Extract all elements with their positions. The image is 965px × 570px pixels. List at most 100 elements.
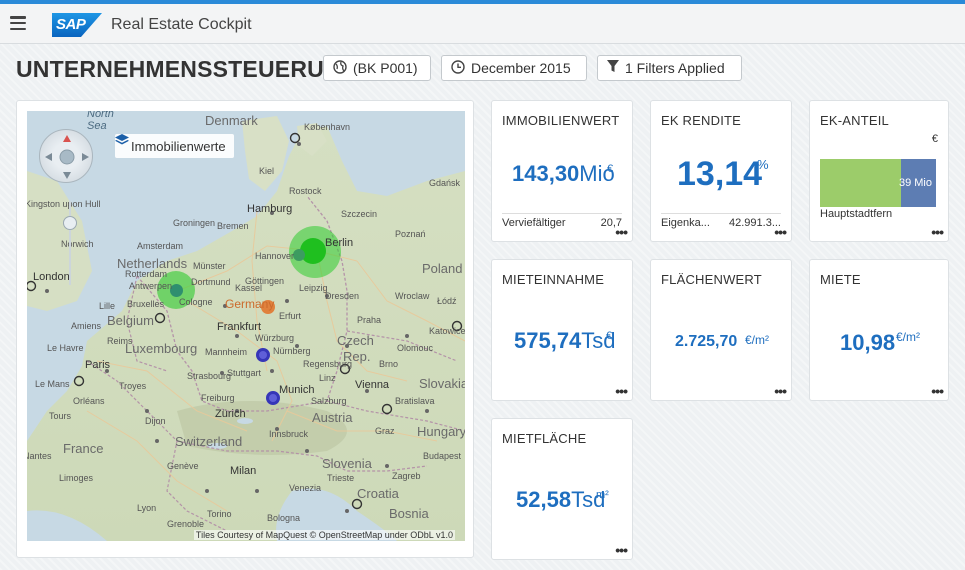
kpi-value: 13,14 [677,155,763,193]
sap-logo[interactable]: SAP [52,13,102,37]
tile-unit: € [931,133,938,145]
label-szczecin: Szczecin [341,209,378,219]
tile-ek-rendite[interactable]: EK RENDITE 13,14 % Eigenka... 42.991.3..… [650,100,792,242]
label-salzburg: Salzburg [311,396,347,406]
label-rotterdam: Rotterdam [125,269,168,279]
label-stuttgart: Stuttgart [227,368,262,378]
more-icon[interactable]: ••• [615,542,628,558]
more-icon[interactable]: ••• [774,383,787,399]
bubble-munich[interactable] [266,391,280,405]
label-linz: Linz [319,373,336,383]
layer-toggle-button[interactable]: Immobilienwerte [115,134,234,158]
tile-mietflaeche[interactable]: MIETFLÄCHE 52,58Tsd m² ••• [491,418,633,560]
label-lyon: Lyon [137,503,157,513]
kpi-unit: €/m² [745,333,769,347]
more-icon[interactable]: ••• [931,383,944,399]
more-icon[interactable]: ••• [615,383,628,399]
label-nantes: Nantes [27,451,52,461]
globe-icon [333,59,347,77]
tile-immobilienwert[interactable]: IMMOBILIENWERT 143,30Mio € Verviefältige… [491,100,633,242]
label-austria: Austria [312,410,353,425]
label-katowice: Katowice [429,326,465,336]
label-venezia: Venezia [289,483,322,493]
label-geneve: Genève [167,461,199,471]
zoom-slider-knob[interactable] [63,216,77,230]
kpi-value: 2.725,70 [675,333,738,350]
footer-label: Verviefältiger [502,217,566,229]
label-cologne: Cologne [179,297,213,307]
zoom-slider-track[interactable] [69,201,71,285]
label-groningen: Groningen [173,218,216,228]
kpi-unit: € [606,330,613,342]
label-dortmund: Dortmund [191,277,231,287]
label-norwich: Norwich [61,239,94,249]
label-torino: Torino [207,509,232,519]
label-freiburg: Freiburg [201,393,235,403]
tile-mieteinnahme[interactable]: MIETEINNAHME 575,74Tsd € ••• [491,259,633,401]
label-lille: Lille [99,301,116,311]
page-title: UNTERNEHMENSSTEUERUNG [16,56,359,82]
filters-label: 1 Filters Applied [625,60,725,76]
ek-anteil-bar-main [820,159,902,207]
kpi-value: 143,30Mio [512,161,615,186]
label-kobenhavn: København [304,122,351,132]
map-pan-control[interactable] [39,129,93,183]
label-frankfurt: Frankfurt [217,321,262,333]
label-rostock: Rostock [289,186,322,196]
label-germany: Germany [225,297,275,311]
kpi-value: 10,98 [840,330,896,355]
bar-caption: Hauptstadtfern [820,208,893,220]
label-erfurt: Erfurt [279,311,302,321]
label-orleans: Orléans [73,396,105,406]
filters-button[interactable]: 1 Filters Applied [597,55,742,81]
tile-footer: Eigenka... 42.991.3... [661,213,781,229]
label-hungary: Hungary [417,424,465,439]
label-slovakia: Slovakia [419,376,465,391]
more-icon[interactable]: ••• [931,224,944,240]
footer-value: 42.991.3... [729,217,781,229]
shell-bar: SAP Real Estate Cockpit [0,4,965,44]
label-poland: Poland [422,261,463,276]
label-croatia: Croatia [357,486,399,501]
tile-footer: Verviefältiger 20,7 [502,213,622,229]
company-code-button[interactable]: (BK P001) [323,55,431,81]
label-munster: Münster [193,261,226,271]
label-troyes: Troyes [119,381,147,391]
clock-icon [451,59,465,77]
tile-miete[interactable]: MIETE 10,98 €/m² ••• [809,259,949,401]
map-attribution: Tiles Courtesy of MapQuest © OpenStreetM… [193,530,455,540]
kpi-unit: €/m² [896,330,920,344]
pan-arrows-icon [45,135,89,179]
label-limoges: Limoges [59,473,94,483]
label-dijon: Dijon [145,416,166,426]
label-wurzburg: Würzburg [255,333,295,343]
tile-flaechenwert[interactable]: FLÄCHENWERT 2.725,70 €/m² ••• [650,259,792,401]
label-graz: Graz [375,426,395,436]
label-amiens: Amiens [71,321,102,331]
kpi-value: 52,58Tsd [516,487,606,512]
map-view[interactable]: North Sea Denmark København Hamburg Berl… [27,111,465,541]
tile-ek-anteil[interactable]: EK-ANTEIL € 39 Mio Hauptstadtfern ••• [809,100,949,242]
bar-value-label: 39 Mio [898,177,932,189]
label-bologna: Bologna [267,513,301,523]
bubble-berlin-inner [293,249,305,261]
label-bruxelles: Bruxelles [127,299,165,309]
kpi-unit: % [757,157,769,172]
label-antwerpen: Antwerpen [129,281,173,291]
more-icon[interactable]: ••• [774,224,787,240]
more-icon[interactable]: ••• [615,224,628,240]
label-paris: Paris [85,359,111,371]
app-title: Real Estate Cockpit [111,16,252,33]
company-code-label: (BK P001) [353,60,418,76]
label-budapest: Budapest [423,451,462,461]
period-button[interactable]: December 2015 [441,55,587,81]
menu-icon[interactable] [10,16,26,31]
bubble-nuernberg[interactable] [256,348,270,362]
label-trieste: Trieste [327,473,355,483]
label-belgium: Belgium [107,313,154,328]
label-zurich: Zürich [215,408,246,420]
label-mannheim: Mannheim [205,347,248,357]
label-lodz: Łódź [437,296,457,306]
kpi-unit: € [607,163,614,175]
label-gdansk: Gdańsk [429,178,461,188]
